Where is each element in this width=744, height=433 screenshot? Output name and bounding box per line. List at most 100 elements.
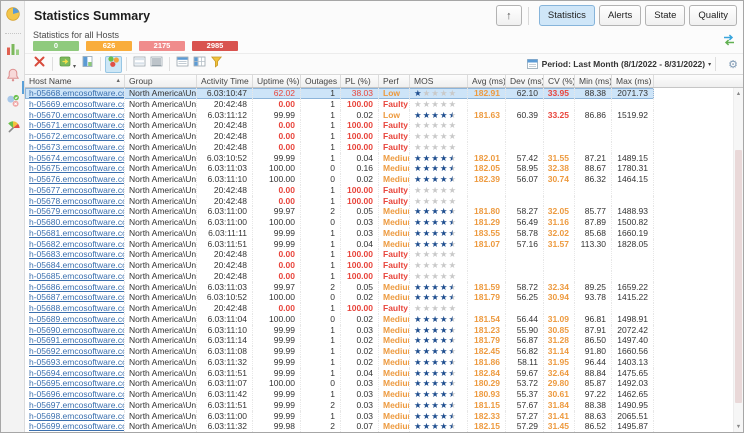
host-link[interactable]: h-05699.emcosoftware.com <box>25 421 125 431</box>
table-row[interactable]: h-05695.emcosoftware.comNorth America\Un… <box>25 378 654 389</box>
column-header-group[interactable]: Group <box>125 75 197 87</box>
host-link[interactable]: h-05669.emcosoftware.com <box>25 99 125 109</box>
column-header-pl[interactable]: PL (%) <box>341 75 379 87</box>
host-link[interactable]: h-05671.emcosoftware.com <box>25 120 125 130</box>
vertical-scrollbar[interactable]: ▲ ▼ <box>733 88 743 432</box>
table-row[interactable]: h-05688.emcosoftware.comNorth America\Un… <box>25 303 654 314</box>
table-row[interactable]: h-05689.emcosoftware.comNorth America\Un… <box>25 314 654 325</box>
table-row[interactable]: h-05672.emcosoftware.comNorth America\Un… <box>25 131 654 142</box>
host-link[interactable]: h-05677.emcosoftware.com <box>25 185 125 195</box>
host-link[interactable]: h-05690.emcosoftware.com <box>25 325 125 335</box>
collapse-up-button[interactable]: ↑ <box>496 5 522 26</box>
scroll-down-icon[interactable]: ▼ <box>734 421 743 432</box>
period-selector[interactable]: Period: Last Month (8/1/2022 - 8/31/2022… <box>527 58 711 71</box>
host-link[interactable]: h-05675.emcosoftware.com <box>25 163 125 173</box>
host-link[interactable]: h-05695.emcosoftware.com <box>25 378 125 388</box>
filter-button[interactable] <box>208 56 225 73</box>
table-row[interactable]: h-05671.emcosoftware.comNorth America\Un… <box>25 120 654 131</box>
table-row[interactable]: h-05683.emcosoftware.comNorth America\Un… <box>25 249 654 260</box>
host-link[interactable]: h-05681.emcosoftware.com <box>25 228 125 238</box>
table-row[interactable]: h-05691.emcosoftware.comNorth America\Un… <box>25 335 654 346</box>
band-view-button[interactable] <box>131 56 148 73</box>
host-link[interactable]: h-05686.emcosoftware.com <box>25 282 125 292</box>
list-view-button[interactable] <box>148 56 165 73</box>
card-view-button[interactable] <box>174 56 191 73</box>
host-link[interactable]: h-05683.emcosoftware.com <box>25 249 125 259</box>
report-button[interactable] <box>79 56 96 73</box>
table-row[interactable]: h-05699.emcosoftware.comNorth America\Un… <box>25 421 654 432</box>
sidebar-item-quality[interactable] <box>3 119 23 139</box>
host-link[interactable]: h-05696.emcosoftware.com <box>25 389 125 399</box>
table-row[interactable]: h-05698.emcosoftware.comNorth America\Un… <box>25 411 654 422</box>
host-link[interactable]: h-05670.emcosoftware.com <box>25 110 125 120</box>
column-header-perf[interactable]: Perf <box>379 75 410 87</box>
scroll-up-icon[interactable]: ▲ <box>734 88 743 99</box>
column-header-host[interactable]: Host Name▲ <box>25 75 125 87</box>
host-link[interactable]: h-05680.emcosoftware.com <box>25 217 125 227</box>
column-header-cv[interactable]: CV (%) <box>544 75 575 87</box>
export-button[interactable] <box>57 56 74 73</box>
column-header-uptime[interactable]: Uptime (%) <box>253 75 301 87</box>
host-link[interactable]: h-05689.emcosoftware.com <box>25 314 125 324</box>
table-row[interactable]: h-05694.emcosoftware.comNorth America\Un… <box>25 368 654 379</box>
column-header-stars[interactable]: MOS <box>410 75 468 87</box>
table-row[interactable]: h-05682.emcosoftware.comNorth America\Un… <box>25 239 654 250</box>
column-header-out[interactable]: Outages <box>301 75 341 87</box>
table-row[interactable]: h-05697.emcosoftware.comNorth America\Un… <box>25 400 654 411</box>
table-row[interactable]: h-05669.emcosoftware.comNorth America\Un… <box>25 99 654 110</box>
column-header-activity[interactable]: Activity Time <box>197 75 253 87</box>
host-link[interactable]: h-05688.emcosoftware.com <box>25 303 125 313</box>
table-row[interactable]: h-05693.emcosoftware.comNorth America\Un… <box>25 357 654 368</box>
table-row[interactable]: h-05676.emcosoftware.comNorth America\Un… <box>25 174 654 185</box>
sidebar-item-pie-chart[interactable] <box>3 6 23 26</box>
table-row[interactable]: h-05696.emcosoftware.comNorth America\Un… <box>25 389 654 400</box>
host-link[interactable]: h-05685.emcosoftware.com <box>25 271 125 281</box>
table-row[interactable]: h-05692.emcosoftware.comNorth America\Un… <box>25 346 654 357</box>
host-link[interactable]: h-05678.emcosoftware.com <box>25 196 125 206</box>
table-row[interactable]: h-05677.emcosoftware.comNorth America\Un… <box>25 185 654 196</box>
host-link[interactable]: h-05698.emcosoftware.com <box>25 411 125 421</box>
host-link[interactable]: h-05692.emcosoftware.com <box>25 346 125 356</box>
host-link[interactable]: h-05684.emcosoftware.com <box>25 260 125 270</box>
table-row[interactable]: h-05678.emcosoftware.comNorth America\Un… <box>25 196 654 207</box>
delete-button[interactable] <box>31 56 48 73</box>
host-link[interactable]: h-05693.emcosoftware.com <box>25 357 125 367</box>
column-chooser-button[interactable] <box>191 56 208 73</box>
host-link[interactable]: h-05682.emcosoftware.com <box>25 239 125 249</box>
table-row[interactable]: h-05675.emcosoftware.comNorth America\Un… <box>25 163 654 174</box>
host-link[interactable]: h-05673.emcosoftware.com <box>25 142 125 152</box>
host-link[interactable]: h-05674.emcosoftware.com <box>25 153 125 163</box>
column-header-min[interactable]: Min (ms) <box>575 75 612 87</box>
column-header-dev[interactable]: Dev (ms) <box>506 75 544 87</box>
sidebar-item-bar-chart[interactable] <box>3 41 23 61</box>
column-header-max[interactable]: Max (ms) <box>612 75 654 87</box>
view-button-quality[interactable]: Quality <box>689 5 737 26</box>
sync-button[interactable] <box>722 33 736 47</box>
table-row[interactable]: h-05681.emcosoftware.comNorth America\Un… <box>25 228 654 239</box>
status-colors-button[interactable] <box>105 56 122 73</box>
host-link[interactable]: h-05694.emcosoftware.com <box>25 368 125 378</box>
host-link[interactable]: h-05672.emcosoftware.com <box>25 131 125 141</box>
scrollbar-thumb[interactable] <box>735 150 742 403</box>
sidebar-item-state[interactable] <box>3 93 23 113</box>
table-row[interactable]: h-05687.emcosoftware.comNorth America\Un… <box>25 292 654 303</box>
host-link[interactable]: h-05691.emcosoftware.com <box>25 335 125 345</box>
settings-gear-icon[interactable]: ⚙ <box>728 58 738 71</box>
host-link[interactable]: h-05676.emcosoftware.com <box>25 174 125 184</box>
table-row[interactable]: h-05685.emcosoftware.comNorth America\Un… <box>25 271 654 282</box>
host-link[interactable]: h-05687.emcosoftware.com <box>25 292 125 302</box>
table-row[interactable]: h-05668.emcosoftware.comNorth America\Un… <box>25 88 654 99</box>
table-row[interactable]: h-05684.emcosoftware.comNorth America\Un… <box>25 260 654 271</box>
host-link[interactable]: h-05679.emcosoftware.com <box>25 206 125 216</box>
view-button-alerts[interactable]: Alerts <box>599 5 641 26</box>
table-row[interactable]: h-05679.emcosoftware.comNorth America\Un… <box>25 206 654 217</box>
view-button-statistics[interactable]: Statistics <box>539 5 595 26</box>
export-dropdown-caret-icon[interactable]: ▾ <box>73 63 76 70</box>
table-row[interactable]: h-05670.emcosoftware.comNorth America\Un… <box>25 110 654 121</box>
host-link[interactable]: h-05668.emcosoftware.com <box>25 88 125 98</box>
host-link[interactable]: h-05697.emcosoftware.com <box>25 400 125 410</box>
table-row[interactable]: h-05673.emcosoftware.comNorth America\Un… <box>25 142 654 153</box>
sidebar-item-alerts[interactable] <box>3 67 23 87</box>
table-row[interactable]: h-05686.emcosoftware.comNorth America\Un… <box>25 282 654 293</box>
view-button-state[interactable]: State <box>645 5 685 26</box>
